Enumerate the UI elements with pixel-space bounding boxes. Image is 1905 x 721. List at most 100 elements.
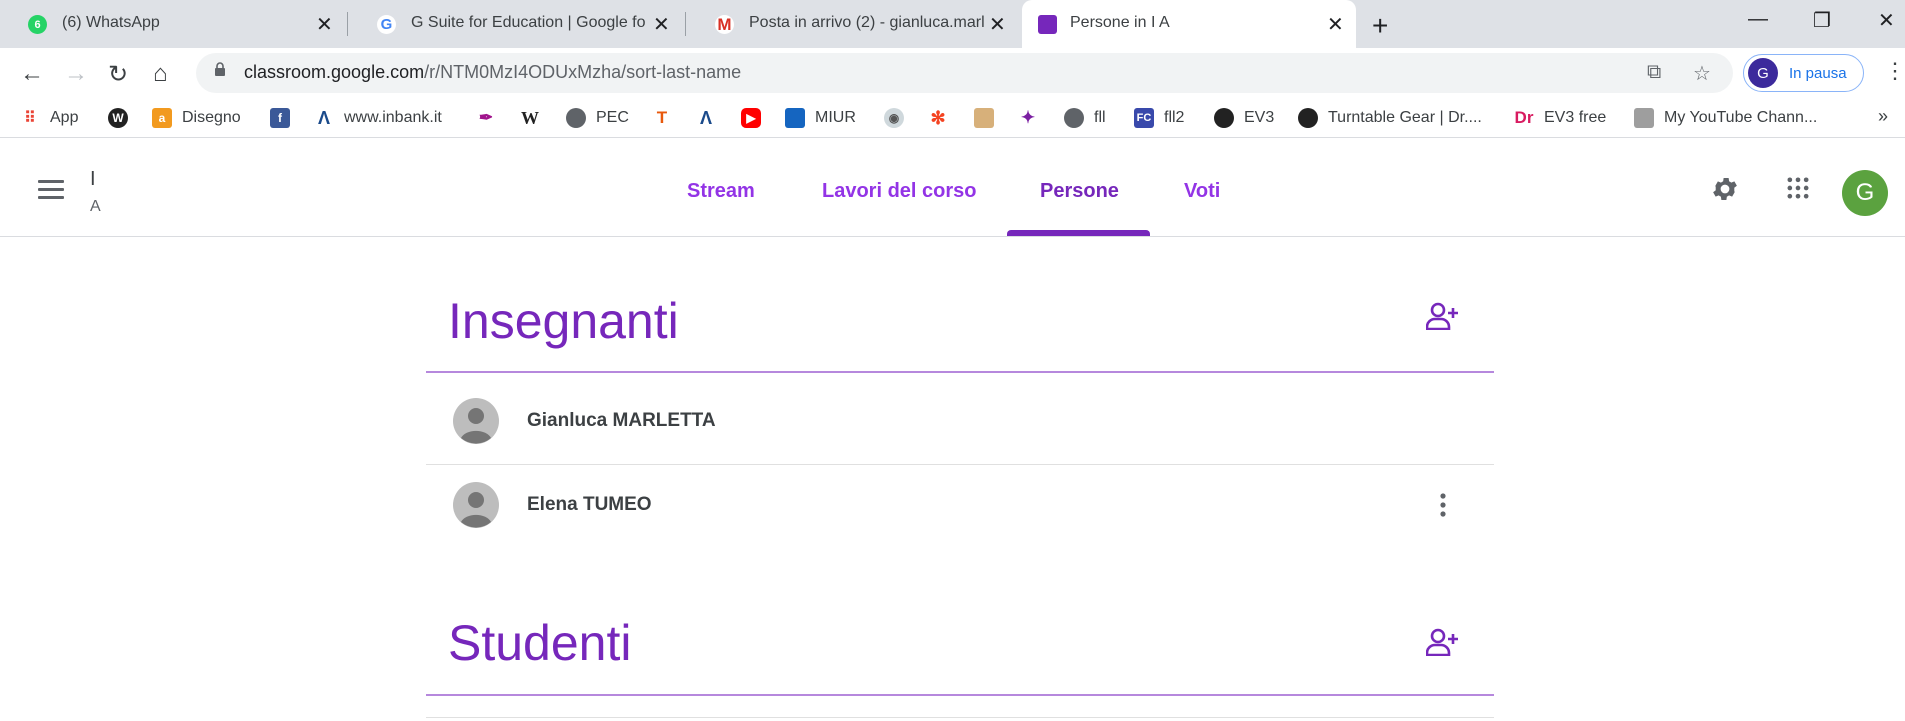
bookmark-wikipedia[interactable]: W	[520, 108, 550, 128]
joomla-icon: ✻	[930, 107, 946, 128]
students-title: Studenti	[448, 615, 632, 671]
new-tab-button[interactable]: +	[1372, 10, 1388, 42]
bookmark-miur[interactable]: MIUR	[785, 108, 856, 128]
profile-status: In pausa	[1789, 64, 1847, 82]
bookmarks-bar: ⠿ App W a Disegno f Λ www.inbank.it ✒ W …	[0, 100, 1905, 138]
close-icon[interactable]: ✕	[989, 12, 1006, 37]
tab-title: Posta in arrivo (2) - gianluca.marl	[749, 14, 985, 31]
tab-classroom[interactable]: Persone in I A ✕	[1022, 0, 1356, 48]
bookmark-disegno[interactable]: a Disegno	[152, 108, 241, 128]
close-icon[interactable]: ✕	[653, 12, 670, 37]
close-window-button[interactable]: ✕	[1878, 8, 1895, 33]
students-divider	[426, 694, 1494, 696]
classroom-icon	[1038, 15, 1057, 34]
course-section: A	[90, 198, 101, 215]
restore-button[interactable]: ❐	[1813, 8, 1831, 33]
reload-button[interactable]: ↻	[108, 60, 128, 89]
gmail-icon: M	[715, 15, 734, 34]
close-icon[interactable]: ✕	[1327, 12, 1344, 37]
puzzle-icon: ✦	[1020, 108, 1036, 127]
browser-toolbar: ← → ↻ ⌂ classroom.google.com/r/NTM0MzI4O…	[0, 48, 1905, 100]
bookmark-youtube-channel[interactable]: My YouTube Chann...	[1634, 108, 1817, 128]
bookmark-joomla[interactable]: ✻	[928, 108, 958, 128]
url-path: /r/NTM0MzI4ODUxMzha/sort-last-name	[424, 62, 742, 82]
tab-voti[interactable]: Voti	[1184, 180, 1220, 203]
add-student-icon[interactable]	[1426, 628, 1460, 656]
bookmark-scratch[interactable]	[974, 108, 1004, 128]
back-button[interactable]: ←	[20, 60, 44, 88]
teacher-row[interactable]: Elena TUMEO	[426, 464, 1494, 548]
tab-title: (6) WhatsApp	[62, 14, 160, 31]
tab-stream[interactable]: Stream	[687, 180, 755, 203]
bookmark-t[interactable]: T	[652, 108, 682, 128]
google-icon: G	[377, 15, 396, 34]
minimize-button[interactable]: —	[1748, 8, 1768, 31]
first-lego-icon: FC	[1134, 108, 1154, 128]
profile-button[interactable]: G In pausa	[1743, 54, 1864, 92]
bookmark-fll2[interactable]: FC fll2	[1134, 108, 1184, 128]
bookmark-app[interactable]: ⠿ App	[20, 108, 78, 128]
bookmark-puzzle[interactable]: ✦	[1018, 108, 1048, 128]
tab-gsuite[interactable]: G G Suite for Education | Google fo ✕	[349, 0, 684, 48]
home-button[interactable]: ⌂	[153, 60, 168, 88]
bookmark-pec[interactable]: PEC	[566, 108, 629, 128]
person-name: Elena TUMEO	[527, 494, 652, 515]
globe-icon	[566, 108, 586, 128]
bookmarks-overflow-icon[interactable]: »	[1878, 106, 1888, 127]
bookmark-wp[interactable]: W	[108, 108, 138, 128]
teachers-title: Insegnanti	[448, 293, 679, 349]
profile-avatar: G	[1748, 58, 1778, 88]
scratch-icon	[974, 108, 994, 128]
browser-menu-icon[interactable]: ⋮	[1884, 58, 1905, 84]
person-avatar-icon	[453, 482, 499, 528]
dr-icon: Dr	[1514, 108, 1534, 127]
tab-persone[interactable]: Persone	[1040, 180, 1119, 203]
person-avatar-icon	[453, 398, 499, 444]
teacher-row[interactable]: Gianluca MARLETTA	[426, 380, 1494, 464]
bookmark-argo[interactable]: Λ	[696, 108, 726, 128]
forward-button[interactable]: →	[64, 60, 88, 88]
add-teacher-icon[interactable]	[1426, 302, 1460, 330]
settings-gear-icon[interactable]	[1710, 174, 1740, 204]
active-tab-indicator	[1007, 230, 1150, 236]
row-divider	[426, 717, 1494, 718]
youtube-icon: ▶	[741, 108, 761, 128]
bookmark-quill[interactable]: ✒	[476, 108, 506, 128]
quill-icon: ✒	[478, 108, 494, 127]
apps-grid-icon[interactable]	[1784, 174, 1812, 202]
bookmark-ev3-free[interactable]: Dr EV3 free	[1514, 108, 1607, 128]
translate-icon[interactable]: ⧉	[1647, 61, 1661, 84]
course-name[interactable]: I	[90, 168, 96, 191]
bookmark-ev3[interactable]: EV3	[1214, 108, 1274, 128]
url-host: classroom.google.com	[244, 62, 425, 82]
url-text[interactable]: classroom.google.com/r/NTM0MzI4ODUxMzha/…	[244, 62, 741, 83]
tab-title: Persone in I A	[1070, 14, 1170, 31]
owl-icon: ◉	[884, 108, 904, 128]
bookmark-youtube[interactable]: ▶	[741, 108, 771, 128]
bookmark-fll[interactable]: fll	[1064, 108, 1106, 128]
lego-hex-icon	[1298, 108, 1318, 128]
inbank-icon: Λ	[317, 107, 330, 128]
tab-title: G Suite for Education | Google fo	[411, 14, 646, 31]
tab-whatsapp[interactable]: 6 (6) WhatsApp ✕	[0, 0, 345, 48]
bookmark-facebook[interactable]: f	[270, 108, 300, 128]
menu-icon[interactable]	[38, 180, 64, 199]
whatsapp-icon: 6	[28, 15, 47, 34]
more-options-icon[interactable]	[1433, 492, 1453, 518]
classroom-header: I A Stream Lavori del corso Persone Voti…	[0, 138, 1905, 237]
tab-lavori-del-corso[interactable]: Lavori del corso	[822, 180, 977, 203]
bookmark-inbank[interactable]: Λ www.inbank.it	[314, 108, 442, 128]
browser-tab-strip: 6 (6) WhatsApp ✕ G G Suite for Education…	[0, 0, 1905, 48]
bookmark-owl[interactable]: ◉	[884, 108, 914, 128]
person-name: Gianluca MARLETTA	[527, 410, 716, 431]
wikipedia-icon: W	[521, 107, 539, 128]
channel-icon	[1634, 108, 1654, 128]
bookmark-turntable[interactable]: Turntable Gear | Dr....	[1298, 108, 1482, 128]
star-icon[interactable]: ☆	[1693, 61, 1711, 86]
user-avatar[interactable]: G	[1842, 170, 1888, 216]
t-icon: T	[656, 108, 668, 127]
amazon-icon: a	[152, 108, 172, 128]
close-icon[interactable]: ✕	[316, 12, 333, 37]
lego-hex-icon	[1214, 108, 1234, 128]
tab-gmail[interactable]: M Posta in arrivo (2) - gianluca.marl ✕	[687, 0, 1022, 48]
